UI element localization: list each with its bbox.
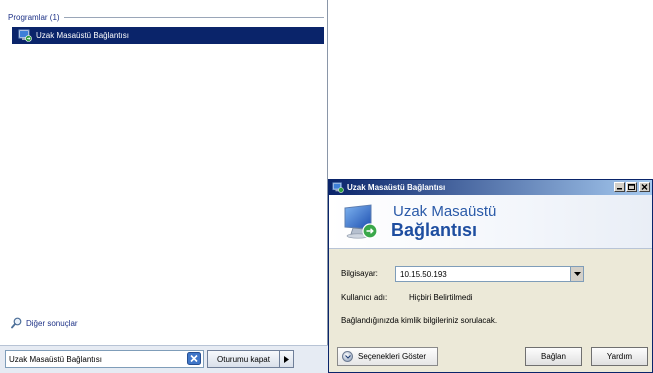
computer-combobox[interactable]: 10.15.50.193 xyxy=(395,266,584,282)
programs-header-label: Programlar (1) xyxy=(8,12,60,22)
start-search-bar: Oturumu kapat xyxy=(0,345,328,373)
start-menu-panel: Programlar (1) Uzak Masaüstü Bağlantısı xyxy=(0,0,328,373)
programs-group-header: Programlar (1) xyxy=(8,11,324,23)
remote-desktop-icon xyxy=(332,182,344,193)
chevron-down-icon xyxy=(573,272,581,276)
program-result-label: Uzak Masaüstü Bağlantısı xyxy=(36,31,129,40)
connect-button[interactable]: Bağlan xyxy=(525,347,582,366)
start-search-input[interactable] xyxy=(5,350,204,368)
clear-search-icon[interactable] xyxy=(187,352,201,365)
expand-options-icon xyxy=(342,351,353,362)
search-icon xyxy=(11,317,22,329)
computer-value: 10.15.50.193 xyxy=(400,269,447,279)
username-value: Hiçbiri Belirtilmedi xyxy=(409,293,473,302)
help-button[interactable]: Yardım xyxy=(591,347,648,366)
minimize-button[interactable] xyxy=(614,182,625,192)
minimize-icon xyxy=(617,188,622,190)
chevron-right-icon xyxy=(284,355,289,363)
computer-label: Bilgisayar: xyxy=(341,269,378,278)
dialog-title-bar[interactable]: Uzak Masaüstü Bağlantısı xyxy=(329,180,652,195)
screen: Programlar (1) Uzak Masaüstü Bağlantısı xyxy=(0,0,653,373)
dialog-banner: Uzak Masaüstü Bağlantısı xyxy=(329,195,652,249)
close-icon xyxy=(641,184,648,190)
dropdown-button[interactable] xyxy=(570,267,583,281)
programs-header-divider xyxy=(63,17,324,18)
banner-title-line1: Uzak Masaüstü xyxy=(393,203,497,220)
remote-desktop-icon xyxy=(18,29,32,42)
username-label: Kullanıcı adı: xyxy=(341,293,388,302)
program-result-remote-desktop[interactable]: Uzak Masaüstü Bağlantısı xyxy=(12,27,324,44)
more-results-label: Diğer sonuçlar xyxy=(26,318,78,328)
maximize-icon xyxy=(628,184,635,190)
banner-title-line2: Bağlantısı xyxy=(391,220,478,240)
maximize-button[interactable] xyxy=(626,182,637,192)
remote-desktop-monitor-icon xyxy=(344,204,378,239)
show-options-label: Seçenekleri Göster xyxy=(358,352,427,361)
more-results-link[interactable]: Diğer sonuçlar xyxy=(11,316,78,330)
log-off-button[interactable]: Oturumu kapat xyxy=(207,350,280,368)
close-button[interactable] xyxy=(639,182,650,192)
remote-desktop-dialog: Uzak Masaüstü Bağlantısı Uzak Masaüstü B… xyxy=(328,179,653,373)
credentials-note: Bağlandığınızda kimlik bilgileriniz soru… xyxy=(341,316,498,325)
show-options-button[interactable]: Seçenekleri Göster xyxy=(337,347,438,366)
shutdown-options-button[interactable] xyxy=(280,350,294,368)
dialog-title: Uzak Masaüstü Bağlantısı xyxy=(347,183,446,192)
